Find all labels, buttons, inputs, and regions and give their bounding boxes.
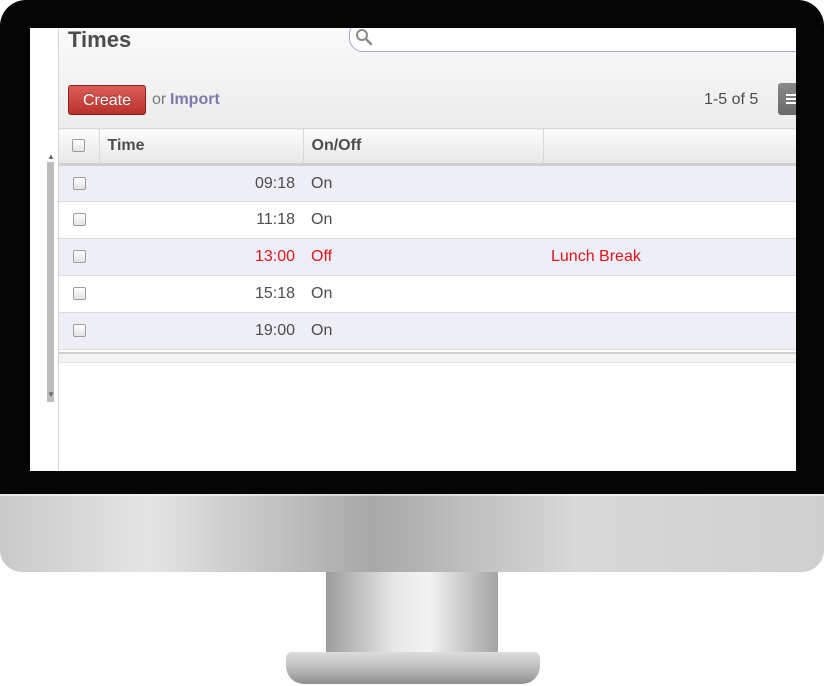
on-off-cell: On <box>303 164 543 202</box>
select-all-checkbox[interactable] <box>72 139 86 153</box>
times-table: Time On/Off 09:18 On 11:18 On 13:00 Off … <box>59 128 796 350</box>
import-link[interactable]: Import <box>170 91 220 109</box>
table-header-row: Time On/Off <box>59 128 796 166</box>
monitor-stand-neck <box>326 572 498 658</box>
main-content: Times Create or Import 1-5 of 5 Time On/… <box>59 28 796 471</box>
left-scrollbar[interactable]: ▲ ▼ <box>30 28 59 471</box>
time-cell: 15:18 <box>99 275 303 313</box>
row-checkbox[interactable] <box>72 287 86 301</box>
control-panel: Times Create or Import 1-5 of 5 <box>59 28 796 128</box>
row-checkbox[interactable] <box>72 324 86 338</box>
table-row[interactable]: 11:18 On <box>59 201 796 239</box>
list-view-bar <box>786 102 796 104</box>
page-title: Times <box>68 28 132 52</box>
scroll-down-arrow-icon[interactable]: ▼ <box>47 390 55 399</box>
on-off-cell: On <box>303 275 543 313</box>
monitor-stand-base <box>286 652 540 684</box>
scroll-up-arrow-icon[interactable]: ▲ <box>47 152 55 161</box>
search-input[interactable] <box>349 28 796 52</box>
note-cell <box>543 164 796 202</box>
row-select-cell <box>59 275 99 313</box>
column-header-note <box>543 128 796 166</box>
list-view-icon[interactable] <box>778 83 796 115</box>
row-select-cell <box>59 164 99 202</box>
list-view-bar <box>786 98 796 100</box>
column-header-on-off[interactable]: On/Off <box>303 128 544 166</box>
monitor-frame: ▲ ▼ Times Create or Import 1-5 of 5 Time… <box>0 0 824 686</box>
table-row[interactable]: 19:00 On <box>59 312 796 350</box>
time-cell: 13:00 <box>99 238 303 276</box>
select-all-header <box>59 128 100 166</box>
row-select-cell <box>59 312 99 350</box>
row-checkbox[interactable] <box>72 176 86 190</box>
note-cell <box>543 201 796 239</box>
on-off-cell: Off <box>303 238 543 276</box>
note-cell <box>543 312 796 350</box>
note-cell: Lunch Break <box>543 238 796 276</box>
column-header-time[interactable]: Time <box>99 128 304 166</box>
row-checkbox[interactable] <box>72 213 86 227</box>
note-cell <box>543 275 796 313</box>
table-row[interactable]: 13:00 Off Lunch Break <box>59 238 796 276</box>
search-icon[interactable] <box>355 28 373 46</box>
row-select-cell <box>59 238 99 276</box>
table-row[interactable]: 15:18 On <box>59 275 796 313</box>
create-button[interactable]: Create <box>68 85 146 115</box>
time-cell: 09:18 <box>99 164 303 202</box>
time-cell: 19:00 <box>99 312 303 350</box>
scrollbar-thumb[interactable] <box>47 162 54 402</box>
screen: ▲ ▼ Times Create or Import 1-5 of 5 Time… <box>30 28 796 471</box>
monitor-chin <box>0 494 824 572</box>
time-cell: 11:18 <box>99 201 303 239</box>
list-view-bar <box>786 94 796 96</box>
table-row[interactable]: 09:18 On <box>59 164 796 202</box>
table-footer <box>59 352 796 363</box>
on-off-cell: On <box>303 201 543 239</box>
row-checkbox[interactable] <box>72 250 86 264</box>
on-off-cell: On <box>303 312 543 350</box>
row-select-cell <box>59 201 99 239</box>
pager-value[interactable]: 1-5 of 5 <box>704 91 758 109</box>
or-label: or <box>152 91 167 108</box>
